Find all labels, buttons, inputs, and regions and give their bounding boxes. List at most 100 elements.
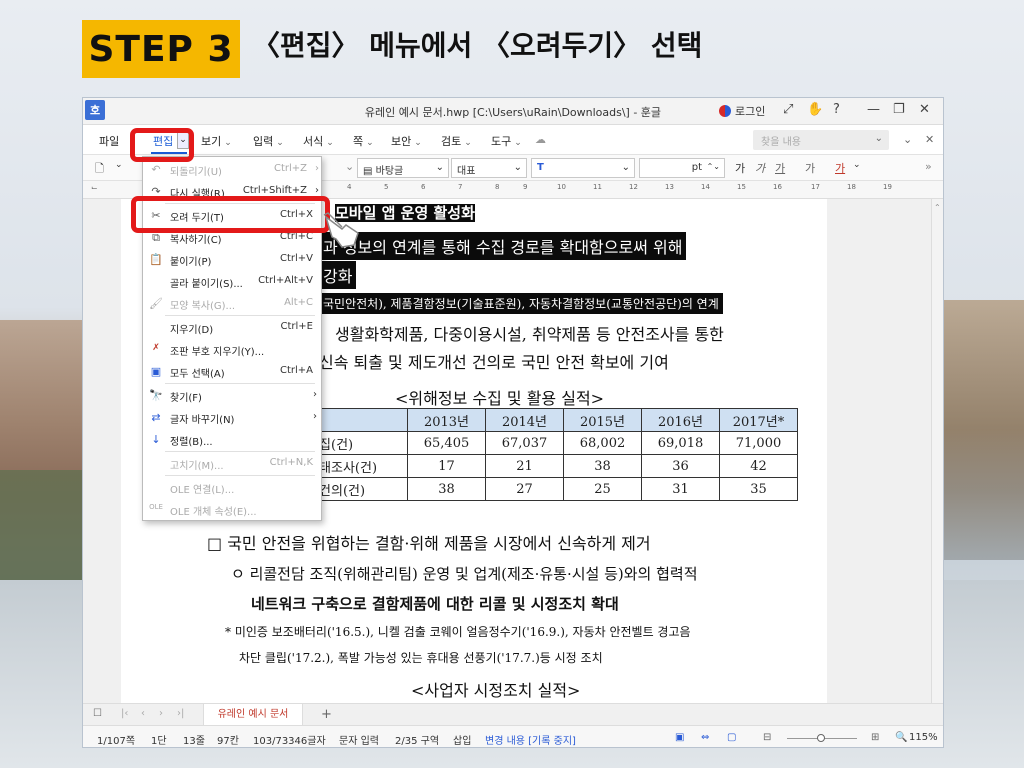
collapse-ribbon-icon[interactable]: ⌄ (903, 133, 912, 146)
style-icon: ▤ (363, 166, 376, 177)
menu-item-ole-link[interactable]: OLE 연결(L)... (143, 477, 321, 497)
menu-security[interactable]: 보안 ⌄ (391, 133, 422, 149)
menu-file[interactable]: 파일 (99, 133, 119, 149)
chevron-down-icon: ⌄ (621, 162, 630, 173)
menu-tools[interactable]: 도구 ⌄ (491, 133, 522, 149)
menu-item-fix[interactable]: 고치기(M)... Ctrl+N,K (143, 453, 321, 473)
view-page-icon[interactable]: ▢ (727, 732, 736, 743)
paragraph-value: 대표 (457, 166, 476, 177)
menu-item-delete[interactable]: 지우기(D) Ctrl+E (143, 317, 321, 337)
step-title: 〈편집〉 메뉴에서 〈오려두기〉 선택 (252, 29, 703, 62)
tab-nav-next-icon[interactable]: › (159, 708, 163, 719)
menu-item-label: 모두 선택(A) (170, 369, 225, 380)
menu-item-label: 지우기(D) (170, 325, 214, 336)
document-tab[interactable]: 유레인 예시 문서 (203, 704, 303, 726)
chevron-down-icon: ⌄ (464, 138, 472, 148)
zoom-level[interactable]: 115% (909, 732, 938, 743)
menu-item-paste[interactable]: 📋 붙이기(P) Ctrl+V (143, 249, 321, 269)
font-color-button[interactable]: 가 (835, 160, 845, 176)
close-doc-icon[interactable]: ✕ (925, 133, 934, 146)
menu-item-sort[interactable]: ↓ 정렬(B)... (143, 429, 321, 449)
ruler-number: 18 (847, 183, 856, 191)
menu-item-shortcut: Ctrl+A (279, 365, 313, 376)
view-normal-icon[interactable]: ▣ (675, 732, 684, 743)
zoom-out-icon[interactable]: ⊟ (763, 732, 771, 743)
tab-nav-last-icon[interactable]: ›| (177, 708, 184, 719)
stepper-icon: ⌃⌄ (706, 162, 720, 171)
menu-item-ole-props[interactable]: OLE OLE 개체 속성(E)... (143, 499, 321, 519)
italic-button[interactable]: 가 (755, 160, 765, 176)
chevron-down-icon[interactable]: ⌄ (853, 160, 861, 170)
login-button[interactable]: 로그인 (719, 103, 765, 119)
underline-button[interactable]: 가 (775, 160, 785, 176)
font-select[interactable]: T ⌄ (531, 158, 635, 178)
format-copy-icon: 🖌 (149, 297, 163, 310)
login-icon (719, 105, 731, 117)
menu-item-label: 찾기(F) (170, 393, 202, 404)
tab-nav-prev-icon[interactable]: ‹ (141, 708, 145, 719)
menu-item-clear-marks[interactable]: ✗ 조판 부호 지우기(Y)... (143, 339, 321, 359)
paragraph-select[interactable]: 대표 ⌄ (451, 158, 527, 178)
menu-view[interactable]: 보기 ⌄ (201, 133, 232, 149)
status-char-pos: 97칸 (217, 736, 239, 747)
status-char-count: 103/73346글자 (253, 736, 326, 747)
tab-nav-first-icon[interactable]: |‹ (121, 708, 128, 719)
menu-item-label: 조판 부호 지우기(Y)... (170, 347, 265, 358)
vertical-scrollbar[interactable]: ⌃ ⌄ (931, 199, 943, 746)
menu-page[interactable]: 쪽 ⌄ (353, 133, 374, 149)
table-caption: <위해정보 수집 및 활용 실적> (395, 389, 605, 408)
style-select[interactable]: ▤ 바탕글 ⌄ (357, 158, 449, 178)
add-tab-button[interactable]: + (321, 707, 332, 722)
zoom-in-icon[interactable]: ⊞ (871, 732, 879, 743)
status-input-mode: 문자 입력 (339, 736, 379, 747)
menu-format[interactable]: 서식 ⌄ (303, 133, 334, 149)
zoom-slider-handle[interactable] (817, 734, 825, 742)
ruler-number: 15 (737, 183, 746, 191)
menu-item-select-all[interactable]: ▣ 모두 선택(A) Ctrl+A (143, 361, 321, 381)
hand-tool-icon[interactable]: ✋ (807, 102, 823, 117)
ruler-number: 4 (347, 183, 352, 191)
menu-item-find[interactable]: 🔭 찾기(F) › (143, 385, 321, 405)
ruler-number: 12 (629, 183, 638, 191)
more-tools-icon[interactable]: » (925, 160, 932, 173)
table-cell: 36 (641, 454, 720, 478)
strike-button[interactable]: 가 (805, 160, 815, 176)
table-header: 2017년* (719, 408, 798, 432)
status-insert-mode[interactable]: 삽입 (453, 732, 471, 747)
char-width-button[interactable]: 가 (735, 160, 745, 176)
fullscreen-icon[interactable]: ⤢ (783, 102, 793, 117)
font-size-input[interactable]: pt ⌃⌄ (639, 158, 725, 178)
doc-line: 생활화학제품, 다중이용시설, 취약제품 등 안전조사를 통한 (335, 325, 724, 344)
menu-review-label: 검토 (441, 135, 462, 148)
menu-insert[interactable]: 입력 ⌄ (253, 133, 284, 149)
ole-icon: OLE (149, 503, 163, 511)
font-size-unit: pt (691, 162, 702, 173)
minimize-icon[interactable]: — (867, 102, 880, 117)
new-doc-icon[interactable]: 🗋 (95, 160, 104, 179)
close-icon[interactable]: ✕ (919, 102, 930, 117)
table-row: 개선 건의(건) 38 27 25 31 35 (284, 477, 798, 501)
tab-marker-icon[interactable]: ⌙ (91, 183, 98, 192)
menu-review[interactable]: 검토 ⌄ (441, 133, 472, 149)
menu-item-format-copy[interactable]: 🖌 모양 복사(G)... Alt+C (143, 293, 321, 313)
edit-menu-highlight (130, 128, 194, 162)
tab-list-icon[interactable]: ☐ (93, 708, 102, 719)
status-page[interactable]: 1/107쪽 (97, 732, 135, 747)
restore-icon[interactable]: ❐ (893, 102, 905, 117)
view-width-icon[interactable]: ⇔ (701, 732, 709, 743)
stats-table[interactable]: 구분 2013년 2014년 2015년 2016년 2017년* 보 수집(건… (284, 408, 798, 501)
cloud-icon[interactable]: ☁ (535, 133, 546, 146)
background-building-right (940, 300, 1024, 560)
ruler-number: 9 (523, 183, 528, 191)
chevron-down-icon[interactable]: ⌄ (345, 160, 354, 173)
status-track-changes[interactable]: 변경 내용 [기록 중지] (485, 732, 576, 747)
table-cell: 35 (719, 477, 798, 501)
search-input[interactable]: 찾을 내용 ⌄ (753, 130, 889, 150)
menu-item-paste-special[interactable]: 골라 붙이기(S)... Ctrl+Alt+V (143, 271, 321, 291)
chevron-down-icon[interactable]: ⌄ (115, 160, 123, 170)
menu-item-undo[interactable]: ↶ 되돌리기(U) Ctrl+Z › (143, 159, 321, 179)
zoom-icon[interactable]: 🔍 (895, 732, 907, 743)
menu-item-replace[interactable]: ⇄ 글자 바꾸기(N) › (143, 407, 321, 427)
scroll-up-icon[interactable]: ⌃ (934, 203, 941, 212)
help-icon[interactable]: ? (833, 102, 840, 117)
